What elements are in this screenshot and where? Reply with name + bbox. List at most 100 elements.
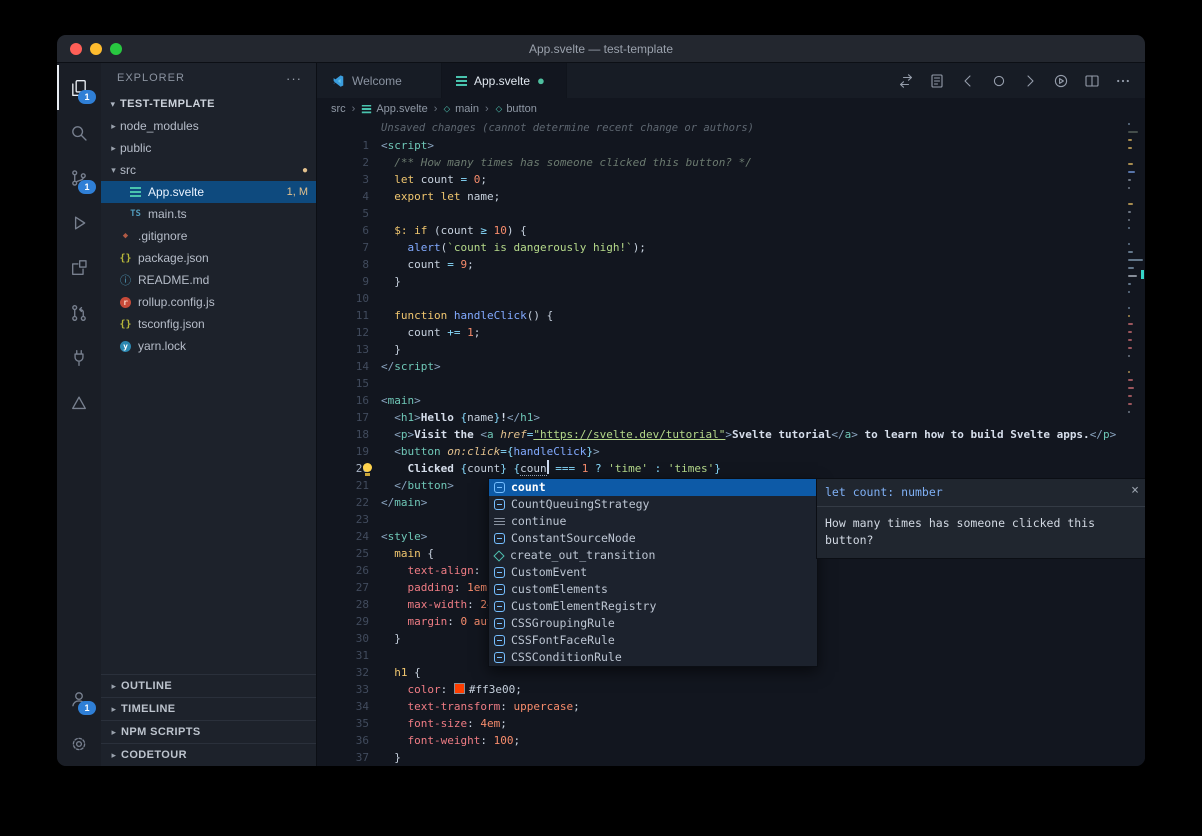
code-line[interactable]: 17 <h1>Hello {name}!</h1> [317, 409, 1127, 426]
variable-icon [494, 533, 505, 544]
search-button[interactable] [57, 110, 101, 155]
navigate-forward-icon[interactable] [1022, 73, 1038, 89]
code-line[interactable]: 15 [317, 375, 1127, 392]
code-line[interactable]: 12 count += 1; [317, 324, 1127, 341]
more-actions-icon[interactable] [1115, 73, 1131, 89]
code-line[interactable]: 8 count = 9; [317, 256, 1127, 273]
sidebar-section-npm-scripts[interactable]: ▸NPM SCRIPTS [101, 720, 316, 743]
suggestion-label: CSSFontFaceRule [511, 632, 615, 649]
tree-item-tsconfig-json[interactable]: {}tsconfig.json [101, 313, 316, 335]
code-line[interactable]: 4 export let name; [317, 188, 1127, 205]
tree-item-app-svelte[interactable]: App.svelte1, M [101, 181, 316, 203]
suggestion-countqueuingstrategy[interactable]: CountQueuingStrategy [489, 496, 817, 513]
sidebar-section-outline[interactable]: ▸OUTLINE [101, 674, 316, 697]
breadcrumb-item-main[interactable]: ◇ main [443, 103, 479, 115]
code-line[interactable]: 19 <button on:click={handleClick}> [317, 443, 1127, 460]
chevron-right-icon: › [434, 103, 438, 115]
code-line[interactable]: 35 font-size: 4em; [317, 715, 1127, 732]
symbol-icon: ◇ [444, 104, 451, 113]
suggestion-count[interactable]: count [489, 479, 817, 496]
explorer-button[interactable]: 1 [57, 65, 101, 110]
line-number: 35 [317, 715, 381, 732]
tree-item-public[interactable]: ▸public [101, 137, 316, 159]
remote-explorer-button[interactable] [57, 335, 101, 380]
suggestion-cssgroupingrule[interactable]: CSSGroupingRule [489, 615, 817, 632]
triangle-extension-button[interactable] [57, 380, 101, 425]
run-icon[interactable] [1053, 73, 1069, 89]
suggestion-cssconditionrule[interactable]: CSSConditionRule [489, 649, 817, 666]
breadcrumb-item-button[interactable]: ◇button [495, 103, 537, 115]
code-line[interactable]: 9 } [317, 273, 1127, 290]
tree-item--gitignore[interactable]: ◆.gitignore [101, 225, 316, 247]
minimize-window-button[interactable] [90, 43, 102, 55]
tree-item-yarn-lock[interactable]: yyarn.lock [101, 335, 316, 357]
line-number: 22 [317, 494, 381, 511]
suggestion-customevent[interactable]: CustomEvent [489, 564, 817, 581]
open-changes-icon[interactable] [929, 73, 945, 89]
tree-item-main-ts[interactable]: TSmain.ts [101, 203, 316, 225]
code-line[interactable]: 36 font-weight: 100; [317, 732, 1127, 749]
svelte-icon [128, 187, 143, 197]
close-window-button[interactable] [70, 43, 82, 55]
tree-item-src[interactable]: ▾src● [101, 159, 316, 181]
code-line[interactable]: 11 function handleClick() { [317, 307, 1127, 324]
breadcrumb-label: main [455, 103, 479, 115]
tree-item-rollup-config-js[interactable]: rrollup.config.js [101, 291, 316, 313]
workspace-root-folder[interactable]: ▾ TEST-TEMPLATE [101, 93, 316, 115]
code-editor[interactable]: Unsaved changes (cannot determine recent… [317, 120, 1145, 766]
variable-icon [494, 499, 505, 510]
code-line[interactable]: 1<script> [317, 137, 1127, 154]
suggestion-cssfontfacerule[interactable]: CSSFontFaceRule [489, 632, 817, 649]
lightbulb-icon[interactable] [361, 463, 374, 478]
more-actions-icon[interactable]: ··· [286, 71, 302, 86]
navigate-back-icon[interactable] [960, 73, 976, 89]
code-line[interactable]: 7 alert(`count is dangerously high!`); [317, 239, 1127, 256]
suggestion-continue[interactable]: continue [489, 513, 817, 530]
code-line[interactable]: 37 } [317, 749, 1127, 766]
suggestion-create_out_transition[interactable]: create_out_transition [489, 547, 817, 564]
tree-item-label: node_modules [120, 119, 199, 133]
code-line[interactable]: 2 /** How many times has someone clicked… [317, 154, 1127, 171]
variable-icon [494, 652, 505, 663]
tree-item-label: src [120, 163, 136, 177]
minimap[interactable] [1127, 120, 1145, 766]
sidebar-section-timeline[interactable]: ▸TIMELINE [101, 697, 316, 720]
accounts-button[interactable]: 1 [57, 676, 101, 721]
close-icon[interactable]: × [1131, 484, 1139, 497]
tree-item-node-modules[interactable]: ▸node_modules [101, 115, 316, 137]
tree-item-package-json[interactable]: {}package.json [101, 247, 316, 269]
line-number: 23 [317, 511, 381, 528]
code-line[interactable]: 14</script> [317, 358, 1127, 375]
editor-area: WelcomeApp.svelte● src›App.svelte›◇main›… [317, 63, 1145, 766]
welcome-tab-icon [331, 74, 345, 88]
settings-gear-button[interactable] [57, 721, 101, 766]
code-line[interactable]: 34 text-transform: uppercase; [317, 698, 1127, 715]
source-control-button[interactable]: 1 [57, 155, 101, 200]
breadcrumb-item-app-svelte[interactable]: App.svelte [361, 103, 427, 115]
tab-welcome[interactable]: Welcome [317, 63, 442, 98]
suggestion-customelementregistry[interactable]: CustomElementRegistry [489, 598, 817, 615]
suggestion-constantsourcenode[interactable]: ConstantSourceNode [489, 530, 817, 547]
code-line[interactable]: 10 [317, 290, 1127, 307]
code-line[interactable]: 5 [317, 205, 1127, 222]
sidebar-section-codetour[interactable]: ▸CODETOUR [101, 743, 316, 766]
code-line[interactable]: 6 $: if (count ≥ 10) { [317, 222, 1127, 239]
extensions-button[interactable] [57, 245, 101, 290]
tree-item-label: App.svelte [148, 185, 204, 199]
code-line[interactable]: 18 <p>Visit the <a href="https://svelte.… [317, 426, 1127, 443]
code-line[interactable]: 33 color: #ff3e00; [317, 681, 1127, 698]
code-line[interactable]: 20 Clicked {count} {coun === 1 ? 'time' … [317, 460, 1127, 477]
suggestion-customelements[interactable]: customElements [489, 581, 817, 598]
compare-changes-icon[interactable] [898, 73, 914, 89]
run-debug-button[interactable] [57, 200, 101, 245]
code-line[interactable]: 3 let count = 0; [317, 171, 1127, 188]
tree-item-readme-md[interactable]: ⓘREADME.md [101, 269, 316, 291]
breadcrumb-item-src[interactable]: src [331, 103, 346, 115]
go-to-icon[interactable] [991, 73, 1007, 89]
split-editor-icon[interactable] [1084, 73, 1100, 89]
zoom-window-button[interactable] [110, 43, 122, 55]
code-line[interactable]: 13 } [317, 341, 1127, 358]
github-pr-button[interactable] [57, 290, 101, 335]
code-line[interactable]: 16<main> [317, 392, 1127, 409]
tab-app-svelte[interactable]: App.svelte● [442, 63, 567, 98]
